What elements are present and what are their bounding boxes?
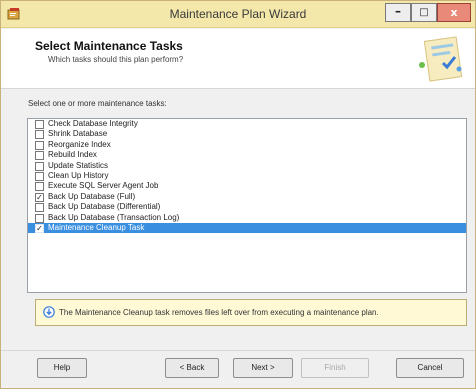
wizard-window: Maintenance Plan Wizard – □ x Select Mai… xyxy=(0,0,476,389)
unchecked-checkbox-icon[interactable] xyxy=(35,130,44,140)
task-item[interactable]: ✓ Back Up Database (Full) xyxy=(28,192,466,202)
wizard-header: Select Maintenance Tasks Which tasks sho… xyxy=(1,29,475,89)
title-bar[interactable]: Maintenance Plan Wizard – □ x xyxy=(1,1,475,28)
task-description-text: The Maintenance Cleanup task removes fil… xyxy=(59,308,379,317)
unchecked-checkbox-icon[interactable] xyxy=(35,120,44,129)
unchecked-checkbox-icon[interactable] xyxy=(35,171,44,181)
task-item[interactable]: Clean Up History xyxy=(28,171,466,181)
task-item-label: Update Statistics xyxy=(48,160,109,170)
unchecked-checkbox-icon[interactable] xyxy=(35,203,44,213)
cancel-button[interactable]: Cancel xyxy=(396,358,464,378)
task-item-label: Reorganize Index xyxy=(48,139,111,149)
back-button[interactable]: < Back xyxy=(165,358,219,378)
wizard-banner-graphic xyxy=(419,36,463,82)
task-item[interactable]: Back Up Database (Transaction Log) xyxy=(28,213,466,223)
task-item-label: Rebuild Index xyxy=(48,150,97,160)
task-item[interactable]: ✓ Maintenance Cleanup Task xyxy=(28,222,466,234)
task-item-label: Back Up Database (Full) xyxy=(48,191,136,201)
task-item[interactable]: Update Statistics xyxy=(28,161,466,171)
footer-divider xyxy=(1,350,475,351)
tasks-instruction-label: Select one or more maintenance tasks: xyxy=(28,99,167,108)
task-item[interactable]: Rebuild Index xyxy=(28,150,466,161)
close-button[interactable]: x xyxy=(437,3,471,22)
unchecked-checkbox-icon[interactable] xyxy=(35,151,44,161)
info-icon xyxy=(43,306,55,318)
task-item-label: Clean Up History xyxy=(48,170,109,180)
task-item[interactable]: Execute SQL Server Agent Job xyxy=(28,181,466,192)
task-item-label: Shrink Database xyxy=(48,129,108,139)
checked-checkbox-icon[interactable]: ✓ xyxy=(35,192,44,202)
unchecked-checkbox-icon[interactable] xyxy=(35,140,44,150)
task-checklist[interactable]: Check Database Integrity Shrink Database R… xyxy=(27,118,467,293)
task-item[interactable]: Back Up Database (Differential) xyxy=(28,202,466,213)
task-item[interactable]: Check Database Integrity xyxy=(28,119,466,129)
next-button[interactable]: Next > xyxy=(233,358,293,378)
task-item[interactable]: Shrink Database xyxy=(28,129,466,140)
task-description-panel: The Maintenance Cleanup task removes fil… xyxy=(35,299,467,326)
task-item-label: Maintenance Cleanup Task xyxy=(48,222,145,232)
task-item-label: Execute SQL Server Agent Job xyxy=(48,181,159,191)
help-button[interactable]: Help xyxy=(37,358,87,378)
task-item-label: Back Up Database (Differential) xyxy=(48,202,161,212)
unchecked-checkbox-icon[interactable] xyxy=(35,161,44,171)
task-item-label: Back Up Database (Transaction Log) xyxy=(48,212,180,222)
maximize-button[interactable]: □ xyxy=(411,3,437,22)
finish-button[interactable]: Finish xyxy=(301,358,369,378)
minimize-button[interactable]: – xyxy=(385,3,411,22)
task-item-label: Check Database Integrity xyxy=(48,119,138,128)
unchecked-checkbox-icon[interactable] xyxy=(35,213,44,223)
page-subtitle: Which tasks should this plan perform? xyxy=(48,55,184,64)
task-item[interactable]: Reorganize Index xyxy=(28,140,466,150)
unchecked-checkbox-icon[interactable] xyxy=(35,182,44,192)
checked-checkbox-icon[interactable]: ✓ xyxy=(35,223,44,233)
page-title: Select Maintenance Tasks xyxy=(35,39,183,53)
